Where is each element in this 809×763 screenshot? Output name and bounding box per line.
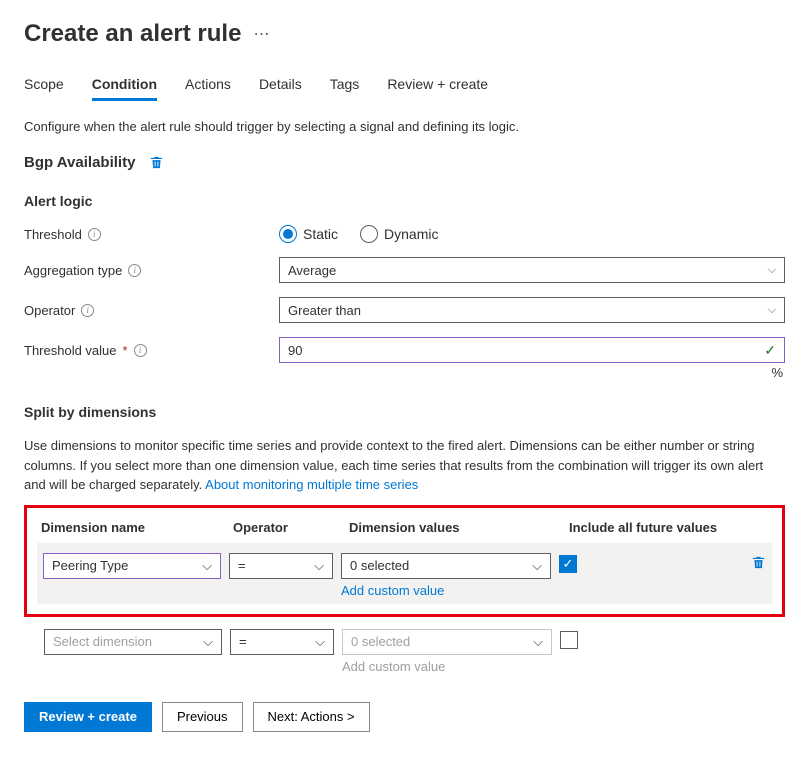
chevron-down-icon: ⌵ <box>768 304 776 317</box>
dimension-row: Select dimension ⌵ = ⌵ 0 selected ⌵ Add … <box>38 623 771 680</box>
col-operator: Operator <box>233 520 349 535</box>
threshold-static-option[interactable]: Static <box>279 225 338 243</box>
info-icon[interactable]: i <box>128 264 141 277</box>
delete-signal-icon[interactable] <box>149 155 164 170</box>
chevron-down-icon: ⌵ <box>202 558 212 574</box>
radio-selected-icon <box>279 225 297 243</box>
page-title: Create an alert rule <box>24 20 241 48</box>
condition-description: Configure when the alert rule should tri… <box>24 119 785 134</box>
add-custom-value-link[interactable]: Add custom value <box>341 583 551 598</box>
operator-label: Operator <box>24 303 75 318</box>
dimension-name-select[interactable]: Peering Type ⌵ <box>43 553 221 579</box>
dimension-operator-select[interactable]: = ⌵ <box>230 629 334 655</box>
threshold-dynamic-label: Dynamic <box>384 226 438 242</box>
split-description: Use dimensions to monitor specific time … <box>24 436 785 495</box>
include-future-checkbox[interactable]: ✓ <box>559 555 577 573</box>
split-heading: Split by dimensions <box>24 404 785 420</box>
threshold-radio-group: Static Dynamic <box>279 225 438 243</box>
radio-unselected-icon <box>360 225 378 243</box>
operator-value: Greater than <box>288 303 361 318</box>
chevron-down-icon: ⌵ <box>768 264 776 277</box>
alert-logic-heading: Alert logic <box>24 193 785 209</box>
dimensions-highlight-box: Dimension name Operator Dimension values… <box>24 505 785 617</box>
required-asterisk: * <box>123 343 128 358</box>
chevron-down-icon: ⌵ <box>203 634 213 650</box>
chevron-down-icon: ⌵ <box>532 558 542 574</box>
tab-condition[interactable]: Condition <box>92 76 157 101</box>
info-icon[interactable]: i <box>81 304 94 317</box>
check-icon: ✓ <box>764 342 776 359</box>
threshold-dynamic-option[interactable]: Dynamic <box>360 225 438 243</box>
info-icon[interactable]: i <box>88 228 101 241</box>
include-future-checkbox[interactable] <box>560 631 578 649</box>
more-icon[interactable]: ⋯ <box>253 24 269 44</box>
chevron-down-icon: ⌵ <box>315 634 325 650</box>
add-custom-value-link[interactable]: Add custom value <box>342 659 552 674</box>
tab-review[interactable]: Review + create <box>387 76 488 101</box>
chevron-down-icon: ⌵ <box>314 558 324 574</box>
delete-dimension-icon[interactable] <box>751 555 766 573</box>
tabs: Scope Condition Actions Details Tags Rev… <box>24 76 785 101</box>
threshold-static-label: Static <box>303 226 338 242</box>
previous-button[interactable]: Previous <box>162 702 243 732</box>
aggregation-select[interactable]: Average ⌵ <box>279 257 785 283</box>
dimension-name-select[interactable]: Select dimension ⌵ <box>44 629 222 655</box>
threshold-value: 90 <box>288 343 302 358</box>
col-values: Dimension values <box>349 520 569 535</box>
footer-buttons: Review + create Previous Next: Actions > <box>24 702 785 732</box>
dimension-operator-select[interactable]: = ⌵ <box>229 553 333 579</box>
tab-actions[interactable]: Actions <box>185 76 231 101</box>
aggregation-label: Aggregation type <box>24 263 122 278</box>
next-button[interactable]: Next: Actions > <box>253 702 370 732</box>
dimension-row: Peering Type ⌵ = ⌵ 0 selected ⌵ Add cust… <box>37 543 772 604</box>
threshold-label: Threshold <box>24 227 82 242</box>
review-create-button[interactable]: Review + create <box>24 702 152 732</box>
tab-tags[interactable]: Tags <box>330 76 360 101</box>
aggregation-value: Average <box>288 263 336 278</box>
signal-name: Bgp Availability <box>24 154 135 171</box>
dimension-values-select[interactable]: 0 selected ⌵ <box>342 629 552 655</box>
threshold-value-label: Threshold value <box>24 343 117 358</box>
tab-scope[interactable]: Scope <box>24 76 64 101</box>
threshold-unit: % <box>24 365 785 380</box>
dimension-values-select[interactable]: 0 selected ⌵ <box>341 553 551 579</box>
chevron-down-icon: ⌵ <box>533 634 543 650</box>
threshold-value-input[interactable]: 90 ✓ <box>279 337 785 363</box>
tab-details[interactable]: Details <box>259 76 302 101</box>
monitoring-link[interactable]: About monitoring multiple time series <box>205 477 418 492</box>
info-icon[interactable]: i <box>134 344 147 357</box>
col-future: Include all future values <box>569 520 768 535</box>
col-dimension-name: Dimension name <box>41 520 233 535</box>
operator-select[interactable]: Greater than ⌵ <box>279 297 785 323</box>
